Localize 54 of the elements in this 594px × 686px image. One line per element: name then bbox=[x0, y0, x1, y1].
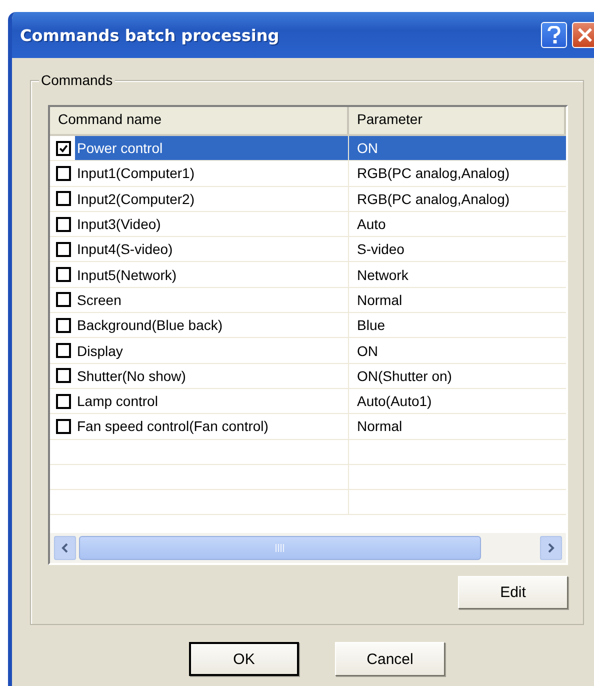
parameter-cell-text: Normal bbox=[356, 417, 404, 436]
parameter-cell-text: ON bbox=[356, 342, 379, 361]
close-button[interactable] bbox=[572, 22, 594, 48]
command-name[interactable]: Input4(S-video) bbox=[75, 239, 348, 260]
parameter-cell-text: Auto(Auto1) bbox=[356, 392, 433, 412]
ok-button[interactable]: OK bbox=[189, 642, 299, 676]
command-name[interactable]: Display bbox=[75, 340, 348, 361]
question-mark-icon bbox=[546, 26, 562, 44]
column-header[interactable]: Parameter bbox=[349, 107, 566, 134]
parameter-cell: ON bbox=[349, 136, 566, 160]
command-name[interactable]: Screen bbox=[75, 290, 348, 310]
command-name[interactable]: Input5(Network) bbox=[75, 264, 348, 285]
scroll-thumb[interactable] bbox=[79, 536, 481, 560]
command-name[interactable]: Input3(Video) bbox=[75, 214, 348, 234]
command-name[interactable]: Input2(Computer2) bbox=[75, 188, 348, 209]
scroll-left-button[interactable] bbox=[54, 536, 76, 560]
checkbox[interactable] bbox=[56, 418, 71, 434]
help-button[interactable] bbox=[541, 22, 567, 48]
parameter-cell-text: S-video bbox=[356, 240, 406, 260]
left-chevron-icon bbox=[61, 543, 69, 553]
parameter-cell-text: ON(Shutter on) bbox=[356, 366, 453, 386]
right-chevron-icon bbox=[547, 543, 555, 553]
grip-icon bbox=[275, 544, 285, 552]
checkbox[interactable] bbox=[56, 368, 71, 384]
cancel-button[interactable]: Cancel bbox=[335, 642, 445, 676]
close-icon bbox=[577, 27, 593, 43]
parameter-cell-text: Normal bbox=[356, 290, 404, 310]
window-title: Commands batch processing bbox=[20, 26, 280, 44]
parameter-cell-text: RGB(PC analog,Analog) bbox=[356, 164, 511, 184]
command-name[interactable]: Shutter(No show) bbox=[75, 366, 348, 386]
group-label: Commands bbox=[39, 72, 115, 88]
command-name[interactable]: Fan speed control(Fan control) bbox=[75, 416, 348, 436]
command-name[interactable]: Background(Blue back) bbox=[75, 315, 348, 336]
parameter-cell-text: Auto bbox=[356, 215, 387, 234]
parameter-cell-text: Blue bbox=[356, 316, 386, 336]
command-name[interactable]: Lamp control bbox=[75, 391, 348, 412]
parameter-cell-text: Network bbox=[356, 266, 410, 285]
checkbox[interactable] bbox=[56, 242, 71, 257]
command-name[interactable]: Input1(Computer1) bbox=[75, 163, 348, 184]
checkbox[interactable] bbox=[56, 292, 71, 308]
checkbox[interactable] bbox=[56, 216, 71, 232]
checkbox[interactable] bbox=[56, 166, 71, 181]
command-name[interactable]: Power control bbox=[75, 136, 348, 160]
checkbox[interactable] bbox=[56, 140, 71, 156]
scroll-right-button[interactable] bbox=[540, 536, 562, 560]
edit-button[interactable]: Edit bbox=[458, 576, 568, 609]
checkbox[interactable] bbox=[56, 394, 71, 409]
checkbox[interactable] bbox=[56, 191, 71, 206]
parameter-cell-text: RGB(PC analog,Analog) bbox=[356, 190, 511, 209]
checkbox[interactable] bbox=[56, 343, 71, 358]
column-header[interactable]: Command name bbox=[50, 107, 349, 134]
checkbox[interactable] bbox=[56, 318, 71, 333]
checkbox[interactable] bbox=[56, 267, 71, 282]
horizontal-scrollbar[interactable] bbox=[50, 533, 566, 563]
